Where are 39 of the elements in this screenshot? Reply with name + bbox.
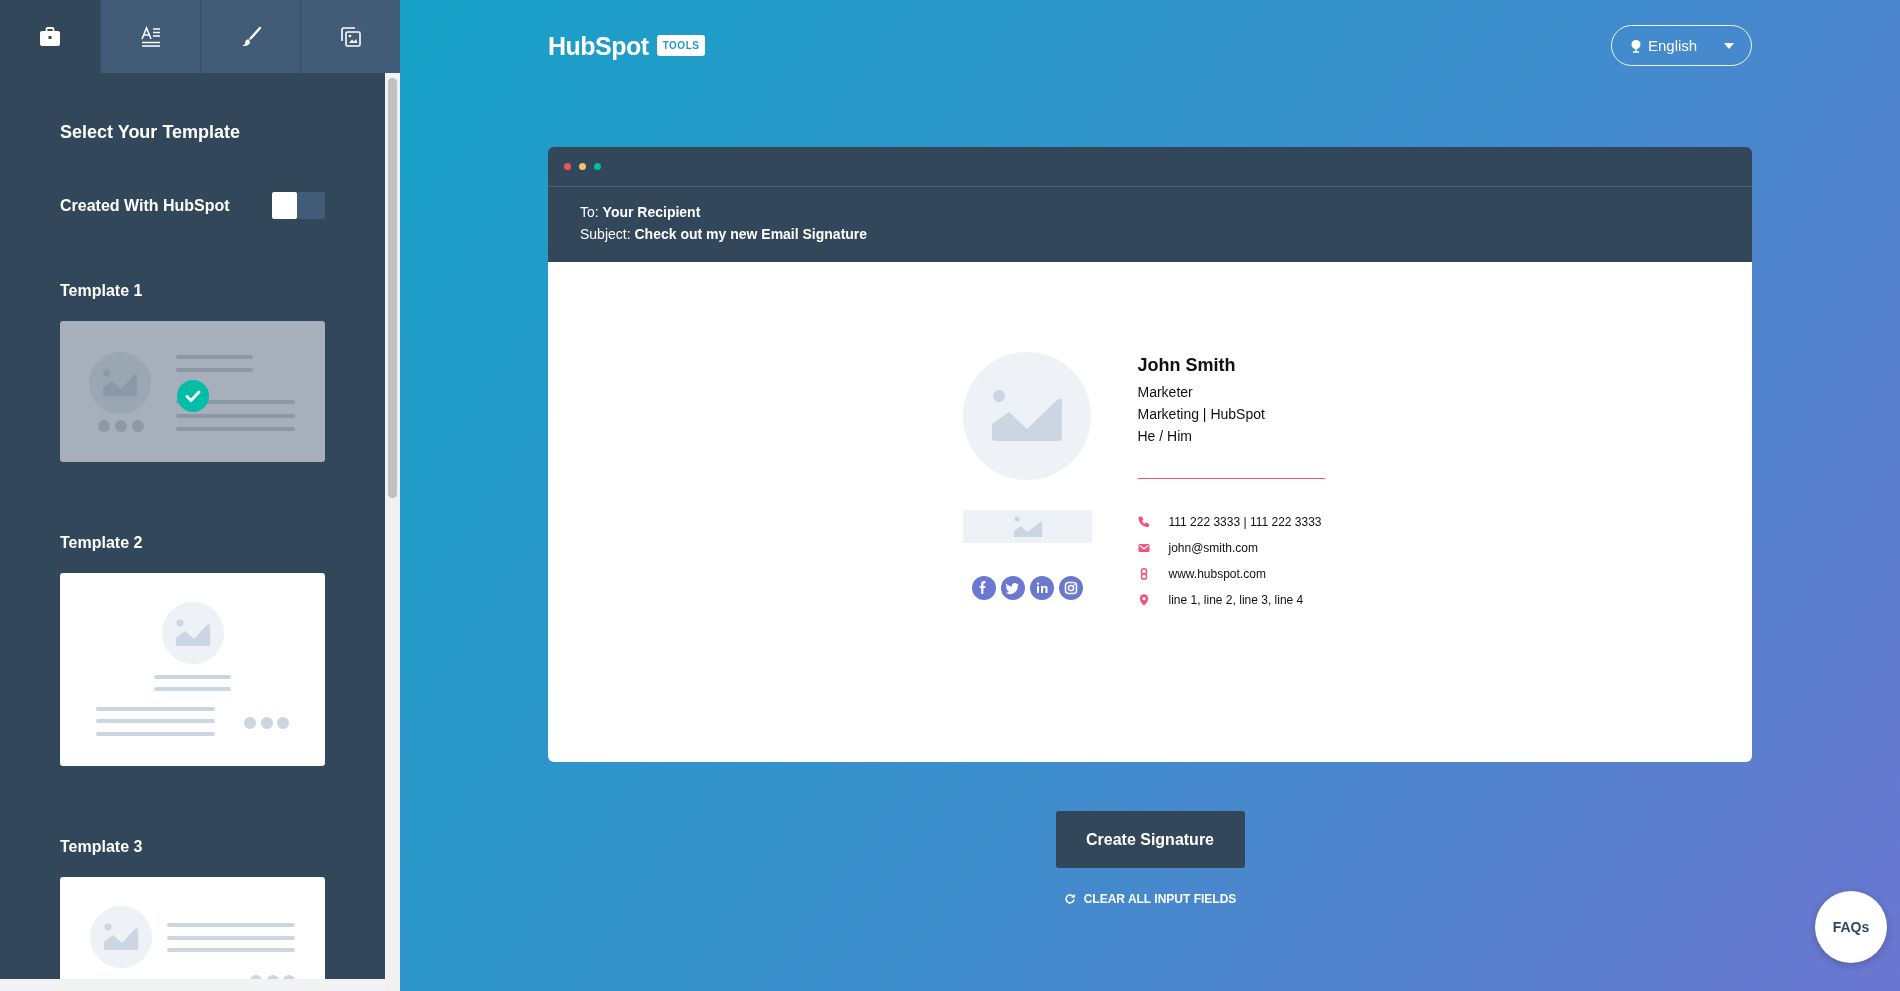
logo-tag: TOOLS [656,35,706,56]
contact-text: john@smith.com [1168,541,1259,555]
signature-detail: Marketer [1137,383,1194,402]
template-label: Template 3 [60,837,144,857]
logo-text: HubSpot [548,30,649,61]
template-label: Template 2 [60,533,144,553]
caret-icon [1724,42,1734,49]
clear-fields-link[interactable]: CLEAR ALL INPUT FIELDS [1083,892,1237,906]
briefcase-icon [39,25,61,48]
faq-button[interactable]: FAQs [1815,891,1887,963]
toggle-label: Created With HubSpot [60,196,230,215]
create-signature-button[interactable]: Create Signature [1055,811,1245,868]
contact-text: 111 222 3333 | 111 222 3333 [1168,515,1322,529]
bird-icon [1000,576,1025,600]
signature-detail: He / Him [1137,427,1193,446]
facebook-icon [971,576,996,600]
phone-icon [1137,516,1150,528]
email-subject-line: Subject: Check out my new Email Signature [580,225,869,244]
map-pin-icon [1137,594,1150,606]
sidebar-heading: Select Your Template [60,121,242,144]
linkedin-icon [1029,576,1054,600]
template-thumbnail[interactable] [60,573,325,766]
text-format-icon [139,25,162,48]
refresh-icon [1063,893,1076,905]
sidebar-tab[interactable] [300,0,400,73]
checkmark-icon [177,380,209,412]
image-copy-icon [339,25,362,48]
camera-icon [1058,576,1083,600]
scrollbar-thumb[interactable] [388,78,397,498]
signature-detail: Marketing | HubSpot [1137,405,1266,424]
contact-text: line 1, line 2, line 3, line 4 [1168,593,1304,607]
toggle-switch[interactable] [272,192,325,219]
email-to-line: To: Your Recipient [580,203,702,222]
template-thumbnail[interactable] [60,321,325,462]
globe-icon [1630,38,1642,53]
contact-text: www.hubspot.com [1168,567,1266,581]
envelope-icon [1137,542,1150,554]
template-label: Template 1 [60,281,144,301]
signature-name: John Smith [1137,354,1237,377]
